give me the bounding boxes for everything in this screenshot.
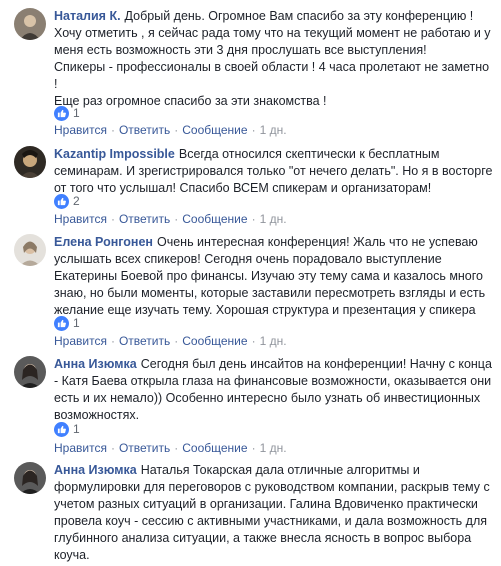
like-link[interactable]: Нравится xyxy=(54,123,107,137)
comment-actions: Нравится · Ответить · Сообщение · 1 дн. xyxy=(54,211,287,227)
comment-actions: Нравится · Ответить · Сообщение · 1 дн. xyxy=(54,440,287,456)
like-link[interactable]: Нравится xyxy=(54,334,107,348)
like-link[interactable]: Нравится xyxy=(54,212,107,226)
comment-line: от того что услышал! Спасибо ВСЕМ спикер… xyxy=(54,181,432,195)
comment-line: есть и их немало)) Особенно интересно бы… xyxy=(54,391,481,405)
like-count[interactable]: 1 xyxy=(54,105,80,121)
separator: · xyxy=(110,334,115,348)
thumbs-up-icon xyxy=(54,315,69,331)
comment-line: формулировки для переговоров с руководст… xyxy=(54,480,490,494)
avatar[interactable] xyxy=(14,356,46,388)
avatar[interactable] xyxy=(14,146,46,178)
reply-link[interactable]: Ответить xyxy=(119,123,170,137)
reply-link[interactable]: Ответить xyxy=(119,441,170,455)
author-name[interactable]: Наталия К. xyxy=(54,9,121,23)
comment-line: Очень интересная конференция! Жаль что н… xyxy=(156,235,478,249)
separator: · xyxy=(251,212,256,226)
timestamp[interactable]: 1 дн. xyxy=(260,212,287,226)
thumbs-up-icon xyxy=(54,105,69,121)
comment-line: семинарам. И зрегистрировался только "от… xyxy=(54,164,493,178)
comment-text: Елена Ронгонен Очень интересная конференц… xyxy=(54,234,494,319)
timestamp[interactable]: 1 дн. xyxy=(260,334,287,348)
comment-line: провела коуч - сессию с активными участн… xyxy=(54,514,488,528)
reply-link[interactable]: Ответить xyxy=(119,212,170,226)
comment-line: знаю, но были моменты, которые заставили… xyxy=(54,286,486,300)
comment-text: Анна Изюмка Наталья Токарская дала отличн… xyxy=(54,462,494,564)
message-link[interactable]: Сообщение xyxy=(182,441,247,455)
separator: · xyxy=(174,334,179,348)
separator: · xyxy=(251,123,256,137)
separator: · xyxy=(251,441,256,455)
like-count[interactable]: 2 xyxy=(54,193,80,209)
author-name[interactable]: Елена Ронгонен xyxy=(54,235,153,249)
reply-link[interactable]: Ответить xyxy=(119,334,170,348)
comment-line: желание еще изучать тему. Хорошая структ… xyxy=(54,303,476,317)
like-link[interactable]: Нравится xyxy=(54,441,107,455)
avatar[interactable] xyxy=(14,234,46,266)
comment-line: Спикеры - профессионалы в своей области … xyxy=(54,60,490,74)
author-name[interactable]: Анна Изюмка xyxy=(54,463,137,477)
comment-line: ! xyxy=(54,77,58,91)
comment-actions: Нравится · Ответить · Сообщение · 1 дн. xyxy=(54,122,287,138)
comment-line: Хочу отметить , я сейчас рада тому что н… xyxy=(54,26,491,40)
separator: · xyxy=(174,123,179,137)
message-link[interactable]: Сообщение xyxy=(182,123,247,137)
separator: · xyxy=(110,123,115,137)
author-name[interactable]: Анна Изюмка xyxy=(54,357,137,371)
comment-line: Всегда относился скептически к бесплатны… xyxy=(178,147,440,161)
comment-line: глубинного анализа ситуации, а также вне… xyxy=(54,531,472,545)
comment-line: услышать всех спикеров! Сегодня очень по… xyxy=(54,252,442,266)
comment-line: меня есть возможность эти 3 дня прослуша… xyxy=(54,43,427,57)
separator: · xyxy=(110,212,115,226)
like-count-value: 1 xyxy=(73,316,80,330)
thumbs-up-icon xyxy=(54,421,69,437)
timestamp[interactable]: 1 дн. xyxy=(260,441,287,455)
author-name[interactable]: Kazantip Impossible xyxy=(54,147,175,161)
thumbs-up-icon xyxy=(54,193,69,209)
like-count[interactable]: 1 xyxy=(54,421,80,437)
comment-line: Добрый день. Огромное Вам спасибо за эту… xyxy=(124,9,474,23)
comment-line: Еще раз огромное спасибо за эти знакомст… xyxy=(54,94,327,108)
like-count-value: 2 xyxy=(73,194,80,208)
comment-actions: Нравится · Ответить · Сообщение · 1 дн. xyxy=(54,333,287,349)
like-count-value: 1 xyxy=(73,422,80,436)
comment-line: Екатерины Боевой про финансы. Изучаю эту… xyxy=(54,269,483,283)
comment-line: коуча. xyxy=(54,548,90,562)
avatar[interactable] xyxy=(14,8,46,40)
comment-line: - Катя Баева открыла глаза на финансовые… xyxy=(54,374,492,388)
comment-line: Сегодня был день инсайтов на конференции… xyxy=(140,357,492,371)
like-count[interactable]: 1 xyxy=(54,315,80,331)
separator: · xyxy=(251,334,256,348)
comment-text: Анна Изюмка Сегодня был день инсайтов на … xyxy=(54,356,494,424)
comment-line: Наталья Токарская дала отличные алгоритм… xyxy=(140,463,420,477)
comment-text: Наталия К. Добрый день. Огромное Вам спас… xyxy=(54,8,494,110)
message-link[interactable]: Сообщение xyxy=(182,334,247,348)
separator: · xyxy=(174,441,179,455)
message-link[interactable]: Сообщение xyxy=(182,212,247,226)
avatar[interactable] xyxy=(14,462,46,494)
separator: · xyxy=(110,441,115,455)
comment-line: учетом разных ситуаций в организации. Га… xyxy=(54,497,478,511)
separator: · xyxy=(174,212,179,226)
timestamp[interactable]: 1 дн. xyxy=(260,123,287,137)
comment-text: Kazantip Impossible Всегда относился скеп… xyxy=(54,146,494,197)
comment-line: возможностях. xyxy=(54,408,140,422)
like-count-value: 1 xyxy=(73,106,80,120)
